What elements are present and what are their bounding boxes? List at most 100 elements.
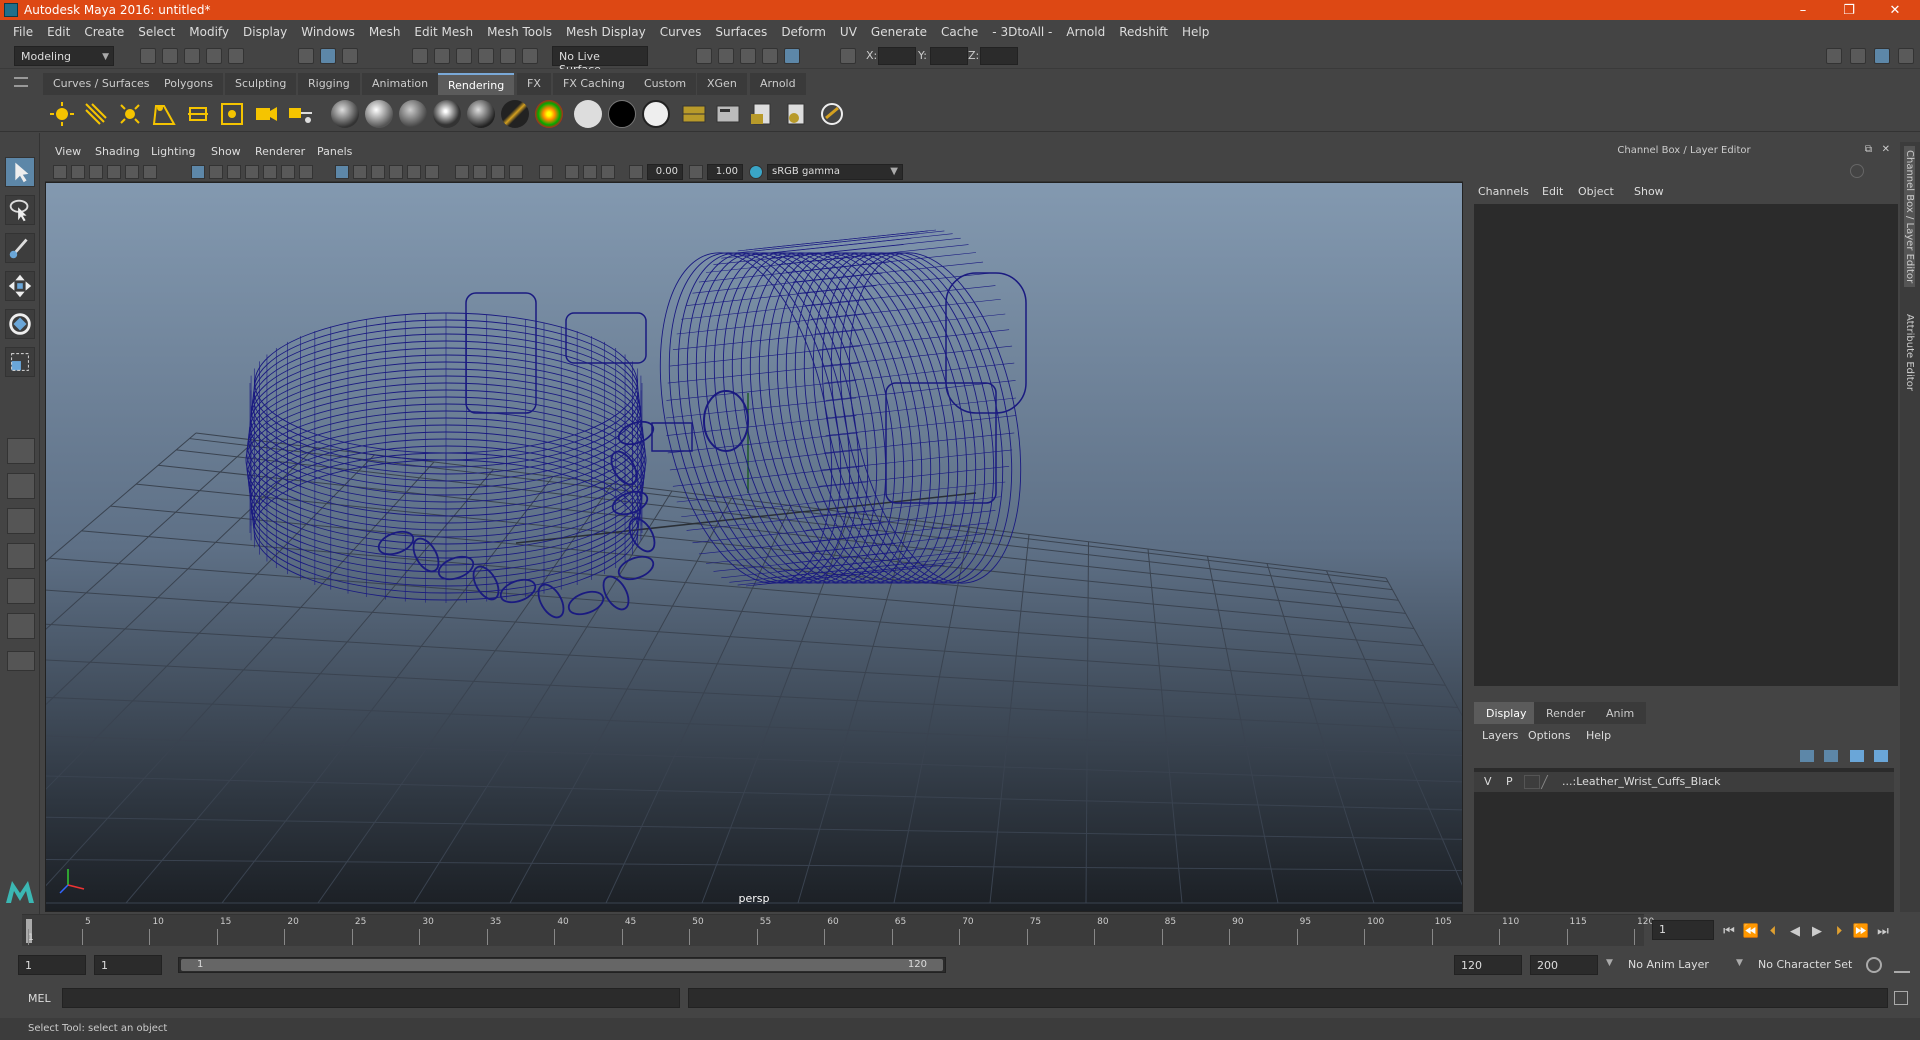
black-shader-icon[interactable] xyxy=(608,100,636,128)
move-layer-down-icon[interactable] xyxy=(1824,750,1838,762)
menu-file[interactable]: File xyxy=(6,25,40,39)
menu-edit-mesh[interactable]: Edit Mesh xyxy=(407,25,480,39)
tab-rigging[interactable]: Rigging xyxy=(298,73,360,95)
hypershade-shelf-icon[interactable] xyxy=(818,100,846,128)
select-tool-icon[interactable] xyxy=(5,157,35,187)
smooth-shade-icon[interactable] xyxy=(353,165,367,179)
anisotropic-material-icon[interactable] xyxy=(433,100,461,128)
new-scene-icon[interactable] xyxy=(140,48,156,64)
script-editor-icon[interactable] xyxy=(1894,991,1908,1005)
menu-mesh-display[interactable]: Mesh Display xyxy=(559,25,653,39)
shadows-icon[interactable] xyxy=(425,165,439,179)
side-tab-attribute-editor[interactable]: Attribute Editor xyxy=(1904,310,1915,395)
menu-object[interactable]: Object xyxy=(1578,185,1614,198)
animation-start-field[interactable]: 1 xyxy=(18,955,86,975)
select-objects-icon[interactable] xyxy=(320,48,336,64)
safe-title-icon[interactable] xyxy=(299,165,313,179)
persp-graph-layout-icon[interactable] xyxy=(7,543,35,569)
y-input[interactable] xyxy=(930,47,968,65)
two-d-pan-zoom-icon[interactable] xyxy=(125,165,139,179)
spot-light-icon[interactable] xyxy=(150,100,178,128)
select-components-icon[interactable] xyxy=(342,48,358,64)
menu-options[interactable]: Options xyxy=(1528,729,1570,742)
layer-display-type[interactable] xyxy=(1524,775,1540,789)
xray-components-icon[interactable] xyxy=(601,165,615,179)
step-back-frame-icon[interactable]: ⏪ xyxy=(1742,923,1760,941)
render-settings-icon[interactable] xyxy=(740,48,756,64)
time-slider[interactable]: 1 5 10 15 20 25 30 35 40 45 50 55 60 65 70 75 80 85 90 95 1… xyxy=(22,914,1654,946)
persp-outliner-layout-icon[interactable] xyxy=(7,508,35,534)
scale-tool-icon[interactable] xyxy=(5,347,35,377)
x-input[interactable] xyxy=(878,47,916,65)
tab-xgen[interactable]: XGen xyxy=(697,73,747,95)
lasso-tool-icon[interactable] xyxy=(5,195,35,225)
bookmark-icon[interactable] xyxy=(89,165,103,179)
menu-cache[interactable]: Cache xyxy=(934,25,985,39)
select-hierarchy-icon[interactable] xyxy=(298,48,314,64)
hypershade-icon[interactable] xyxy=(762,48,778,64)
layered-shader-icon[interactable] xyxy=(535,100,563,128)
mel-command-input[interactable] xyxy=(62,988,680,1008)
color-space-dropdown[interactable]: sRGB gamma ▼ xyxy=(767,164,903,180)
four-view-layout-icon[interactable] xyxy=(7,473,35,499)
menu-curves[interactable]: Curves xyxy=(653,25,709,39)
menuset-dropdown[interactable]: Modeling ▼ xyxy=(14,46,114,66)
save-scene-icon[interactable] xyxy=(184,48,200,64)
tab-curves-surfaces[interactable]: Curves / Surfaces xyxy=(43,73,160,95)
menu-show[interactable]: Show xyxy=(1634,185,1664,198)
snap-grid-icon[interactable] xyxy=(412,48,428,64)
range-slider[interactable]: 1 120 xyxy=(178,957,946,973)
camera-attributes-icon[interactable] xyxy=(71,165,85,179)
layer-name[interactable]: ...:Leather_Wrist_Cuffs_Black xyxy=(1562,775,1720,788)
go-to-end-icon[interactable]: ⏭ xyxy=(1874,923,1892,941)
menu-edit[interactable]: Edit xyxy=(40,25,77,39)
motion-blur-icon[interactable] xyxy=(473,165,487,179)
shelf-menu-icon[interactable] xyxy=(14,77,28,87)
restore-button[interactable]: ❐ xyxy=(1826,0,1872,20)
go-to-start-icon[interactable]: ⏮ xyxy=(1720,923,1738,941)
menu-surfaces[interactable]: Surfaces xyxy=(708,25,774,39)
perspective-viewport[interactable]: persp xyxy=(45,182,1463,912)
live-surface-field[interactable]: No Live Surface xyxy=(552,46,648,76)
current-frame-field[interactable]: 1 xyxy=(1652,920,1714,940)
menu-generate[interactable]: Generate xyxy=(864,25,934,39)
tab-rendering[interactable]: Rendering xyxy=(438,73,515,95)
depth-of-field-icon[interactable] xyxy=(509,165,523,179)
use-all-lights-icon[interactable] xyxy=(407,165,421,179)
auto-key-icon[interactable] xyxy=(1866,957,1882,973)
side-tab-channel-box[interactable]: Channel Box / Layer Editor xyxy=(1904,146,1915,288)
tab-render[interactable]: Render xyxy=(1534,702,1598,724)
tab-anim[interactable]: Anim xyxy=(1594,702,1647,724)
render-view-icon[interactable] xyxy=(784,48,800,64)
menu-mesh[interactable]: Mesh xyxy=(362,25,408,39)
modeling-toolkit-icon[interactable] xyxy=(1826,48,1842,64)
isolate-select-icon[interactable] xyxy=(539,165,553,179)
anti-aliasing-icon[interactable] xyxy=(491,165,505,179)
menu-create[interactable]: Create xyxy=(77,25,131,39)
play-backwards-icon[interactable]: ◀ xyxy=(1786,923,1804,941)
move-layer-up-icon[interactable] xyxy=(1800,750,1814,762)
color-management-icon[interactable] xyxy=(749,165,763,179)
ambient-light-icon[interactable] xyxy=(48,100,76,128)
playback-end-field[interactable]: 120 xyxy=(1454,955,1522,975)
layer-row[interactable]: V P ...:Leather_Wrist_Cuffs_Black xyxy=(1474,772,1894,792)
step-back-key-icon[interactable]: ⏴ xyxy=(1764,923,1782,941)
menu-arnold[interactable]: Arnold xyxy=(1059,25,1112,39)
layer-visibility-toggle[interactable]: V xyxy=(1484,775,1492,788)
use-background-shader-icon[interactable] xyxy=(642,100,670,128)
gamma-field[interactable]: 1.00 xyxy=(707,164,743,180)
menu-layer-help[interactable]: Help xyxy=(1586,729,1611,742)
point-light-icon[interactable] xyxy=(116,100,144,128)
render-view-window-icon[interactable] xyxy=(680,100,708,128)
tool-settings-icon[interactable] xyxy=(1898,48,1914,64)
z-input[interactable] xyxy=(980,47,1018,65)
snap-live-icon[interactable] xyxy=(500,48,516,64)
step-forward-frame-icon[interactable]: ⏩ xyxy=(1852,923,1870,941)
layer-playback-toggle[interactable]: P xyxy=(1506,775,1513,788)
viewport-menu-view[interactable]: View xyxy=(55,145,81,158)
undo-icon[interactable] xyxy=(206,48,222,64)
viewport-menu-shading[interactable]: Shading xyxy=(95,145,140,158)
field-chart-icon[interactable] xyxy=(263,165,277,179)
volume-light-icon[interactable] xyxy=(218,100,246,128)
play-forwards-icon[interactable]: ▶ xyxy=(1808,923,1826,941)
